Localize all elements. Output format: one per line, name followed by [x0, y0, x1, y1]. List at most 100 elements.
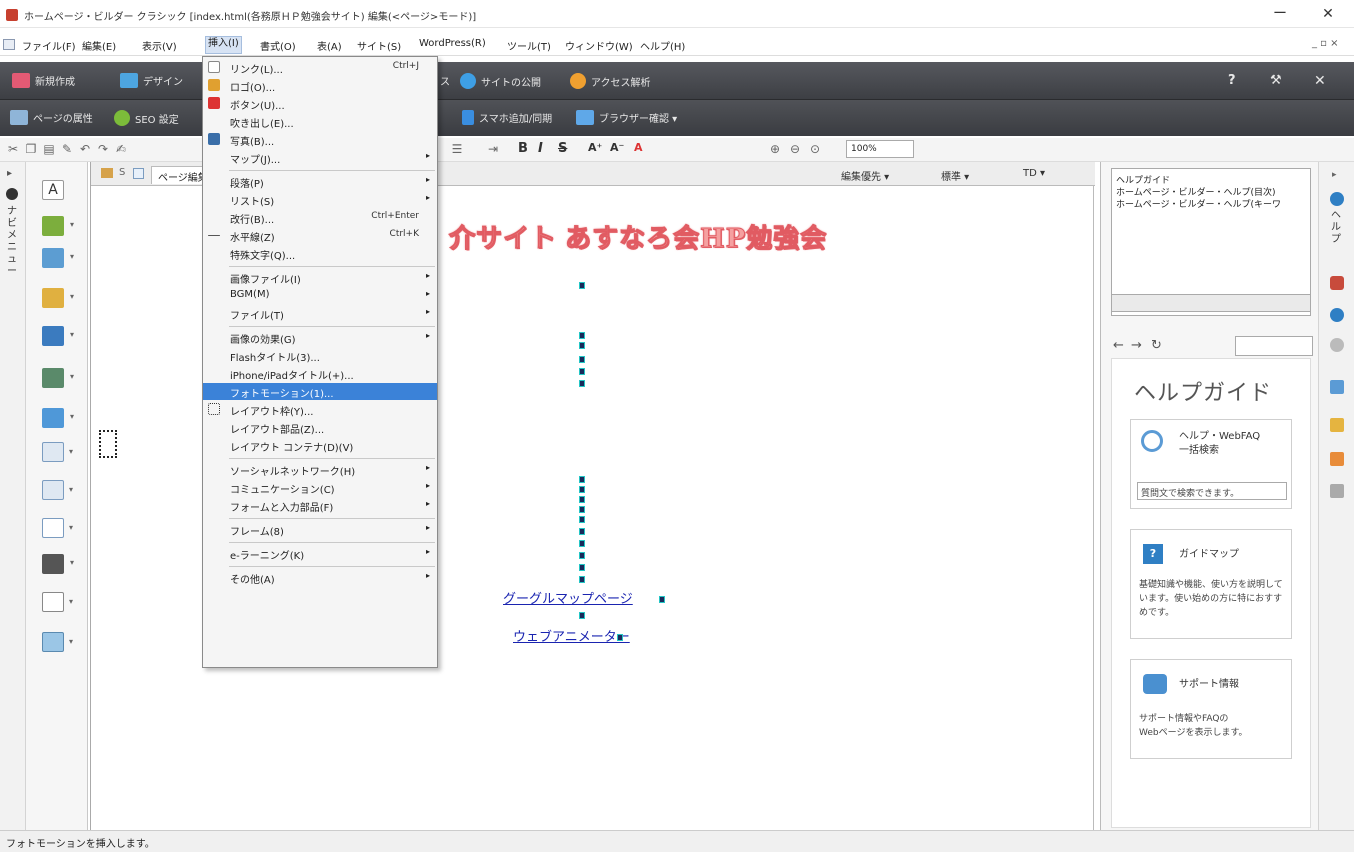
menu-item-flash-title[interactable]: Flashタイトル(3)... — [203, 347, 437, 364]
edit-priority-select[interactable]: 編集優先 ▾ — [841, 168, 889, 183]
support-card[interactable]: サポート情報 サポート情報やFAQの Webページを表示します。 — [1130, 659, 1292, 759]
menu-item-list[interactable]: リスト(S) ▸ — [203, 191, 437, 208]
zoom-select[interactable]: 100% — [846, 140, 914, 158]
widget-tool-icon[interactable] — [42, 632, 73, 652]
menu-item-iphone-title[interactable]: iPhone/iPadタイトル(+)... — [203, 365, 437, 382]
minimize-button[interactable]: ー — [1262, 4, 1298, 24]
copy-icon[interactable]: ❐ — [24, 142, 38, 156]
paste-icon[interactable]: ▤ — [42, 142, 56, 156]
menu-item-photo[interactable]: 写真(B)... — [203, 131, 437, 148]
menu-file[interactable]: ファイル(F) — [20, 38, 78, 53]
page-properties-button[interactable]: ページの属性 — [10, 110, 93, 125]
side-tool-icon-2[interactable] — [1330, 308, 1344, 322]
menu-item-social-network[interactable]: ソーシャルネットワーク(H) ▸ — [203, 461, 437, 478]
attach-tool-icon[interactable] — [42, 288, 74, 308]
tag-select[interactable]: TD ▾ — [1023, 168, 1045, 179]
help-search-input[interactable] — [1235, 336, 1313, 356]
new-button[interactable]: 新規作成 — [12, 73, 75, 88]
settings-icon[interactable]: ⚒ — [1270, 73, 1282, 88]
document-icon[interactable] — [3, 39, 15, 50]
page-tool-icon[interactable] — [42, 592, 73, 612]
zoom-in-icon[interactable]: ⊕ — [768, 142, 782, 156]
guide-map-card[interactable]: ? ガイドマップ 基礎知識や機能、使い方を説明しています。使い始めの方に特におす… — [1130, 529, 1292, 639]
help-tab-label[interactable]: ヘルプ — [1330, 210, 1342, 246]
menu-item-map[interactable]: マップ(J)... ▸ — [203, 149, 437, 166]
strike-icon[interactable]: S — [558, 141, 567, 156]
help-circle-icon[interactable] — [1330, 192, 1344, 206]
mobile-tool-icon[interactable] — [42, 554, 74, 574]
menu-table[interactable]: 表(A) — [315, 38, 344, 53]
bold-icon[interactable]: B — [518, 141, 528, 156]
frame-tool-icon[interactable] — [42, 368, 74, 388]
menu-format[interactable]: 書式(O) — [258, 38, 298, 53]
menu-item-other[interactable]: その他(A) ▸ — [203, 569, 437, 586]
side-tool-icon-6[interactable] — [1330, 484, 1344, 498]
toolbar-close-icon[interactable]: ✕ — [1314, 73, 1326, 89]
menu-edit[interactable]: 編集(E) — [80, 38, 118, 53]
menu-item-line-break[interactable]: 改行(B)... Ctrl+Enter — [203, 209, 437, 226]
google-map-link[interactable]: グーグルマップページ — [503, 588, 633, 607]
layout-tool-icon[interactable] — [42, 408, 74, 428]
paragraph-style-select[interactable]: 標準 ▾ — [941, 168, 969, 183]
menu-item-link[interactable]: リンク(L)... Ctrl+J — [203, 59, 437, 76]
menu-item-photo-motion[interactable]: フォトモーション(1)... — [203, 383, 437, 400]
form-tool-icon[interactable] — [42, 442, 73, 462]
publish-button[interactable]: サイトの公開 — [460, 73, 541, 89]
collapse-arrow-icon[interactable]: ▸ — [1332, 170, 1337, 180]
menu-view[interactable]: 表示(V) — [140, 38, 179, 53]
faq-search-box[interactable]: 質問文で検索できます。 — [1137, 482, 1287, 500]
folder-icon[interactable] — [1330, 418, 1344, 432]
menu-item-button[interactable]: ボタン(U)... — [203, 95, 437, 112]
menu-item-image-file[interactable]: 画像ファイル(I) ▸ — [203, 269, 437, 286]
menu-item-e-learning[interactable]: e-ラーニング(K) ▸ — [203, 545, 437, 562]
media-tool-icon[interactable] — [42, 326, 74, 346]
menu-item-layout-container[interactable]: レイアウト コンテナ(D)(V) — [203, 437, 437, 454]
faq-search-card[interactable]: ヘルプ・WebFAQ 一括検索 質問文で検索できます。 — [1130, 419, 1292, 509]
refresh-icon[interactable]: ↻ — [1151, 338, 1162, 353]
close-button[interactable]: ✕ — [1310, 4, 1346, 24]
menu-item-communication[interactable]: コミュニケーション(C) ▸ — [203, 479, 437, 496]
table-tool-icon[interactable] — [42, 480, 73, 500]
edit-icon[interactable]: ✍ — [114, 142, 128, 156]
zoom-fit-icon[interactable]: ⊙ — [808, 142, 822, 156]
font-color-icon[interactable]: A — [634, 141, 643, 154]
side-tool-icon-5[interactable] — [1330, 452, 1344, 466]
image-tool-icon[interactable] — [42, 216, 74, 236]
mdi-controls[interactable]: _ ▫ × — [1312, 38, 1339, 49]
menu-item-file[interactable]: ファイル(T) ▸ — [203, 305, 437, 322]
menu-item-bgm[interactable]: BGM(M) ▸ — [203, 287, 437, 304]
cut-icon[interactable]: ✂ — [6, 142, 20, 156]
clipart-tool-icon[interactable] — [42, 248, 74, 268]
menu-site[interactable]: サイト(S) — [355, 38, 403, 53]
tree-item-help-keywords[interactable]: ホームページ・ビルダー・ヘルプ(キーワ — [1116, 197, 1281, 210]
brush-icon[interactable]: ✎ — [60, 142, 74, 156]
side-tool-icon-3[interactable] — [1330, 338, 1344, 352]
zoom-out-icon[interactable]: ⊖ — [788, 142, 802, 156]
font-size-down-icon[interactable]: A⁻ — [610, 141, 624, 154]
menu-item-image-effects[interactable]: 画像の効果(G) ▸ — [203, 329, 437, 346]
indent-icon[interactable]: ⇥ — [486, 142, 500, 156]
tree-horizontal-scrollbar[interactable] — [1111, 294, 1311, 312]
text-tool-icon[interactable]: A — [42, 180, 64, 200]
design-button[interactable]: デザイン — [120, 73, 183, 88]
browser-check-button[interactable]: ブラウザー確認 ▾ — [576, 110, 677, 125]
navi-menu-strip[interactable]: ▸ ナビメニュー — [0, 162, 26, 830]
side-tool-icon-4[interactable] — [1330, 380, 1344, 394]
side-tool-icon-1[interactable] — [1330, 276, 1344, 290]
list-tool-icon[interactable] — [42, 518, 73, 538]
menu-item-forms[interactable]: フォームと入力部品(F) ▸ — [203, 497, 437, 514]
back-arrow-icon[interactable]: ← — [1113, 338, 1124, 353]
list-icon[interactable]: ☰ — [450, 142, 464, 156]
redo-icon[interactable]: ↷ — [96, 142, 110, 156]
web-animator-link[interactable]: ウェブアニメーター — [513, 626, 630, 645]
help-icon[interactable]: ? — [1228, 73, 1236, 88]
seo-button[interactable]: SEO 設定 — [114, 110, 179, 126]
menu-insert[interactable]: 挿入(I) — [205, 36, 242, 54]
menu-item-paragraph[interactable]: 段落(P) ▸ — [203, 173, 437, 190]
analytics-button[interactable]: アクセス解析 — [570, 73, 651, 89]
smartphone-button[interactable]: スマホ追加/同期 — [462, 110, 552, 125]
menu-window[interactable]: ウィンドウ(W) — [563, 38, 635, 53]
selected-element-handle[interactable] — [99, 430, 117, 458]
menu-item-layout-parts[interactable]: レイアウト部品(Z)... — [203, 419, 437, 436]
forward-arrow-icon[interactable]: → — [1131, 338, 1142, 353]
